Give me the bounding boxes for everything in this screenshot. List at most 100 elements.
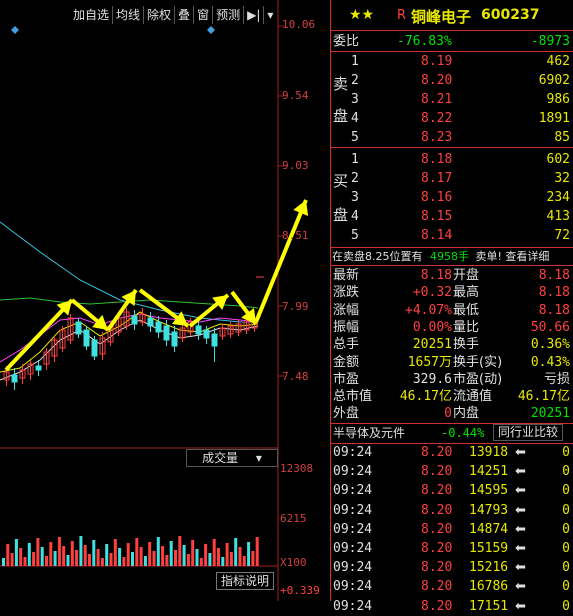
volume-bar — [49, 542, 53, 566]
stat-value: 8.18 — [420, 268, 452, 283]
arrow-left-icon: ⬅ — [515, 598, 526, 614]
tick-volume: 14874 — [469, 521, 509, 537]
stat-label: 市盈 — [333, 371, 360, 387]
add-watchlist-button[interactable]: 加自选 — [70, 6, 114, 24]
stat-value: 0.00% — [412, 319, 452, 335]
big-order-notice[interactable]: 在卖盘8.25位置有 4958手 卖单! 查看详细 — [332, 248, 549, 266]
sell-level-price: 8.21 — [421, 92, 453, 107]
candle-body — [131, 315, 138, 325]
volume-bar — [79, 536, 83, 566]
buy-level-num: 2 — [351, 171, 359, 186]
chart-toolbar: 加自选 均线 除权 叠 窗 预测 ▶| ▾ — [70, 6, 277, 24]
tick-price: 8.20 — [421, 502, 453, 518]
volume-bar — [27, 543, 31, 566]
buy-level-num: 1 — [351, 152, 359, 167]
arrow-to-right-icon[interactable]: ▶| — [244, 6, 265, 24]
tick-price: 8.20 — [421, 521, 453, 537]
quote-panel: ★★ R 铜峰电子 600237 委比 -76.83% -8973 1 8.19 4… — [330, 0, 573, 614]
tick-price: 8.20 — [421, 445, 453, 460]
sell-level-volume: 1891 — [538, 111, 570, 126]
volume-bar — [45, 556, 48, 566]
buy-level-volume: 234 — [546, 190, 570, 205]
volume-axis-label: 6215 — [280, 512, 307, 525]
divider — [331, 147, 573, 148]
candle-body — [171, 331, 178, 347]
volume-bar — [212, 539, 216, 566]
industry-compare-button[interactable]: 同行业比较 — [493, 424, 564, 441]
indicator-select[interactable]: 成交量 ▾ — [186, 449, 278, 467]
stat-label: 涨跌 — [333, 285, 360, 301]
forecast-button[interactable]: 预测 — [213, 6, 245, 24]
sell-level-num: 2 — [351, 73, 359, 88]
tick-price: 8.20 — [421, 560, 453, 576]
volume-bar — [88, 554, 91, 566]
volume-bar — [156, 537, 160, 566]
sector-name[interactable]: 半导体及元件 — [333, 424, 405, 442]
volume-bar — [131, 552, 134, 566]
stat-value: 0.43% — [530, 354, 570, 370]
buy-level-volume: 72 — [554, 228, 570, 243]
volume-bar — [247, 542, 251, 566]
indicator-help-button[interactable]: 指标说明 — [216, 572, 274, 590]
flag-badge: R — [397, 8, 407, 23]
stock-code: 600237 — [481, 7, 540, 23]
tick-volume: 16786 — [469, 579, 509, 595]
tick-count: 0 — [562, 502, 570, 518]
stock-name: 铜峰电子 — [411, 8, 472, 26]
volume-bar — [14, 539, 18, 566]
overlay-button[interactable]: 叠 — [175, 6, 195, 24]
volume-bar — [113, 539, 117, 566]
stat-label: 最新 — [333, 268, 360, 283]
marker-diamond — [207, 26, 215, 34]
ma-button[interactable]: 均线 — [113, 6, 145, 24]
volume-bar — [53, 551, 57, 566]
volume-bar — [109, 553, 113, 566]
stat-label: 市盈(动) — [453, 371, 503, 387]
volume-bar — [225, 543, 229, 566]
tick-volume: 13918 — [469, 445, 509, 460]
volume-bar — [143, 556, 147, 566]
sell-label: 盘 — [333, 107, 349, 125]
indicator-value: +0.339 — [280, 584, 320, 597]
weibi-pct: -76.83% — [397, 34, 452, 49]
volume-bar — [57, 537, 61, 566]
candle-body — [195, 325, 202, 335]
volume-bar — [32, 552, 36, 566]
volume-bar — [40, 547, 44, 566]
stat-label: 涨幅 — [333, 302, 360, 318]
ex-rights-button[interactable]: 除权 — [144, 6, 176, 24]
stat-label: 总市值 — [333, 389, 373, 405]
tick-count: 0 — [562, 483, 570, 499]
arrow-left-icon: ⬅ — [515, 502, 526, 518]
tick-time: 09:24 — [333, 464, 373, 480]
window-button[interactable]: 窗 — [194, 6, 214, 24]
stat-value: +4.07% — [405, 302, 452, 318]
buy-level-price: 8.16 — [421, 190, 453, 205]
candle-body — [75, 321, 82, 335]
volume-bar — [178, 536, 182, 566]
volume-bar — [195, 549, 199, 566]
star-icon: ★★ — [349, 7, 375, 23]
volume-bar — [62, 546, 66, 566]
kline-chart[interactable] — [0, 0, 330, 601]
sell-label: 卖 — [333, 75, 349, 93]
volume-bar — [204, 544, 208, 566]
tick-time: 09:24 — [333, 579, 373, 595]
buy-level-num: 5 — [351, 228, 359, 243]
notice-detail-link[interactable]: 查看详细 — [505, 250, 549, 263]
sell-level-num: 5 — [351, 130, 359, 145]
volume-bar — [6, 544, 10, 566]
tick-count: 0 — [562, 464, 570, 480]
kline-chart-panel[interactable]: 加自选 均线 除权 叠 窗 预测 ▶| ▾ 10.06 9.54 9.03 8.… — [0, 0, 330, 601]
stat-label: 振幅 — [333, 319, 360, 335]
arrow-left-icon: ⬅ — [515, 560, 526, 576]
price-axis-label: 9.54 — [282, 89, 309, 102]
price-axis-label: 7.99 — [282, 300, 309, 313]
buy-level-price: 8.15 — [421, 209, 453, 224]
menu-dropdown-icon[interactable]: ▾ — [264, 6, 277, 24]
tick-volume: 15216 — [469, 560, 509, 576]
sell-level-volume: 6902 — [538, 73, 570, 88]
volume-unit-label: X100 — [280, 556, 307, 569]
tick-time: 09:24 — [333, 502, 373, 518]
buy-level-price: 8.18 — [421, 152, 453, 167]
